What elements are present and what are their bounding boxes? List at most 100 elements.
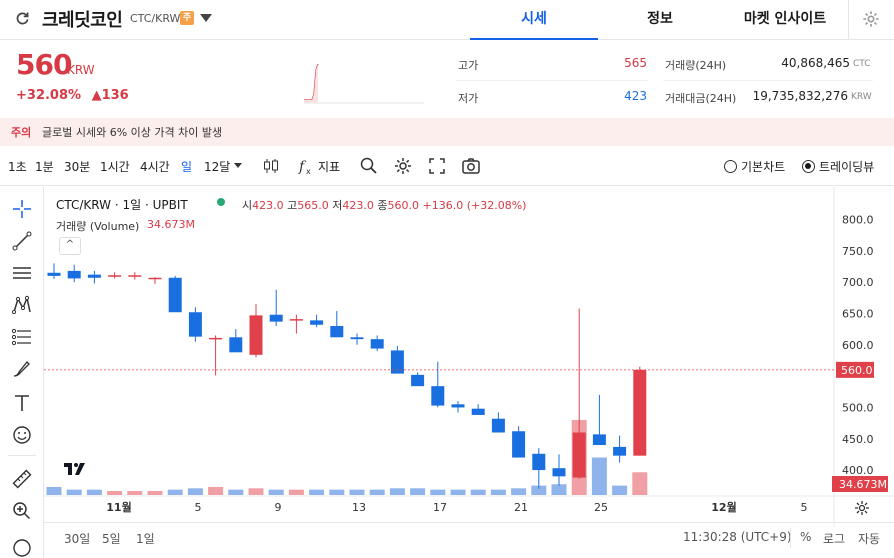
timeframe-30m[interactable]: 30분: [64, 158, 90, 175]
candle-body: [471, 408, 485, 415]
gear-icon[interactable]: [862, 10, 880, 28]
refresh-icon[interactable]: [14, 10, 31, 27]
close-label-chart: 종: [377, 199, 388, 212]
chart-legend-title: CTC/KRW · 1일 · UPBIT: [56, 198, 188, 212]
volume-24h-label: 거래량(24H): [665, 59, 727, 72]
volume-bar: [591, 457, 607, 495]
amount-24h-unit: KRW: [851, 92, 872, 102]
volume-24h-value: 40,868,465: [781, 56, 850, 70]
timeframe-1h[interactable]: 1시간: [100, 158, 130, 175]
timeframe-1s[interactable]: 1초: [8, 158, 27, 175]
candle-body: [512, 431, 526, 458]
percent-scale-toggle[interactable]: %: [800, 530, 811, 544]
change-absolute: ▲136: [91, 88, 129, 103]
drawing-toolbar: [0, 187, 44, 558]
price-tick-label: 600.0: [842, 339, 874, 352]
stat-divider: [663, 80, 873, 81]
svg-text:x: x: [306, 167, 311, 176]
timeframe-4h[interactable]: 4시간: [140, 158, 170, 175]
tab-market-insight[interactable]: 마켓 인사이트: [722, 0, 848, 40]
function-icon[interactable]: f x: [296, 156, 316, 176]
brush-icon[interactable]: [11, 358, 33, 380]
price-tick-label: 750.0: [842, 245, 874, 258]
notice-tag: 주의: [11, 126, 32, 139]
clock-readout[interactable]: 11:30:28 (UTC+9): [683, 530, 792, 544]
timeframe-12mo[interactable]: 12달: [204, 158, 230, 175]
candlestick-chart[interactable]: 560.0 34.673M 800.0 750.0 700.0 650.0 600.0 50…: [44, 187, 894, 527]
tradingview-label[interactable]: 트레이딩뷰: [819, 158, 874, 175]
timeframe-1d[interactable]: 일: [181, 158, 192, 175]
time-tick-label: 5: [195, 501, 202, 514]
indicator-button[interactable]: 지표: [318, 158, 340, 175]
timeframe-dropdown-icon[interactable]: [234, 163, 242, 168]
candle-body: [67, 270, 81, 279]
notice-text: 글로벌 시세와 6% 이상 가격 차이 발생: [42, 126, 223, 139]
volume-bar: [632, 472, 648, 495]
text-tool-icon[interactable]: [11, 392, 33, 414]
zoom-search-icon[interactable]: [359, 156, 379, 176]
horizontal-lines-icon[interactable]: [11, 262, 33, 284]
candle-body: [148, 277, 162, 280]
candle-body: [310, 320, 324, 325]
gear-teeth: [855, 501, 869, 515]
volume-bar: [329, 489, 345, 495]
time-tick-label: 13: [352, 501, 366, 514]
low-label-chart: 저: [332, 199, 343, 212]
emoji-icon[interactable]: [11, 424, 33, 446]
candle-body: [47, 272, 61, 276]
candle-body: [633, 369, 647, 456]
high-value: 565: [624, 56, 647, 70]
chart-settings-gear-icon[interactable]: [393, 156, 413, 176]
market-dropdown-icon[interactable]: [200, 14, 212, 22]
zoom-in-icon[interactable]: [11, 500, 33, 522]
basic-chart-label[interactable]: 기본차트: [741, 158, 785, 175]
trend-line-icon[interactable]: [11, 230, 33, 252]
price-tick-label: 500.0: [842, 401, 874, 414]
magnet-icon[interactable]: [11, 536, 33, 558]
header-divider: [848, 0, 849, 40]
crosshair-icon[interactable]: [11, 198, 33, 220]
volume-bar: [107, 490, 123, 495]
price-axis[interactable]: 800.0 750.0 700.0 650.0 600.0 500.0 450.0 400.0: [842, 214, 874, 478]
volume-bar: [612, 485, 628, 495]
candle-style-icon[interactable]: [261, 156, 281, 176]
range-1d[interactable]: 1일: [136, 530, 155, 547]
mini-sparkline: [304, 56, 424, 104]
close-value-chart: 560.0: [387, 199, 420, 212]
range-5d[interactable]: 5일: [102, 530, 121, 547]
tab-info[interactable]: 정보: [598, 0, 722, 40]
candle-body: [229, 337, 243, 353]
camera-icon[interactable]: [461, 156, 481, 176]
timeframe-1m[interactable]: 1분: [35, 158, 54, 175]
candle-body: [87, 274, 101, 278]
volume-bar: [470, 489, 486, 495]
collapse-legend-button[interactable]: ^: [59, 237, 81, 255]
volume-bar: [551, 484, 567, 495]
volume-bar: [450, 489, 466, 495]
auto-scale-toggle[interactable]: 자동: [858, 530, 880, 547]
candle-body: [289, 319, 303, 321]
tab-price[interactable]: 시세: [470, 0, 598, 40]
volume-bar: [430, 489, 446, 495]
log-scale-toggle[interactable]: 로그: [823, 530, 845, 547]
price-unit: KRW: [67, 63, 95, 77]
bottom-divider: [790, 528, 791, 548]
fullscreen-icon[interactable]: [427, 156, 447, 176]
volume-bar: [167, 489, 183, 495]
time-axis[interactable]: 11월 5 9 13 17 21 25 12월 5: [44, 495, 894, 515]
volume-bar: [490, 489, 506, 495]
volume-bar: [288, 489, 304, 495]
volume-bar: [127, 490, 143, 495]
pattern-icon[interactable]: [11, 294, 33, 316]
ruler-icon[interactable]: [11, 468, 33, 490]
range-30d[interactable]: 30일: [64, 530, 90, 547]
volume-bar: [228, 489, 244, 495]
tool-divider: [8, 455, 36, 456]
fib-levels-icon[interactable]: [11, 326, 33, 348]
high-value-chart: 565.0: [297, 199, 329, 212]
radio-basic-chart[interactable]: [724, 160, 737, 173]
volume-bar: [369, 489, 385, 495]
radio-tradingview[interactable]: [802, 160, 815, 173]
candle-body: [269, 314, 283, 322]
ohlc-readout: 시423.0 고565.0 저423.0 종560.0 +136.0 (+32.…: [242, 197, 526, 213]
